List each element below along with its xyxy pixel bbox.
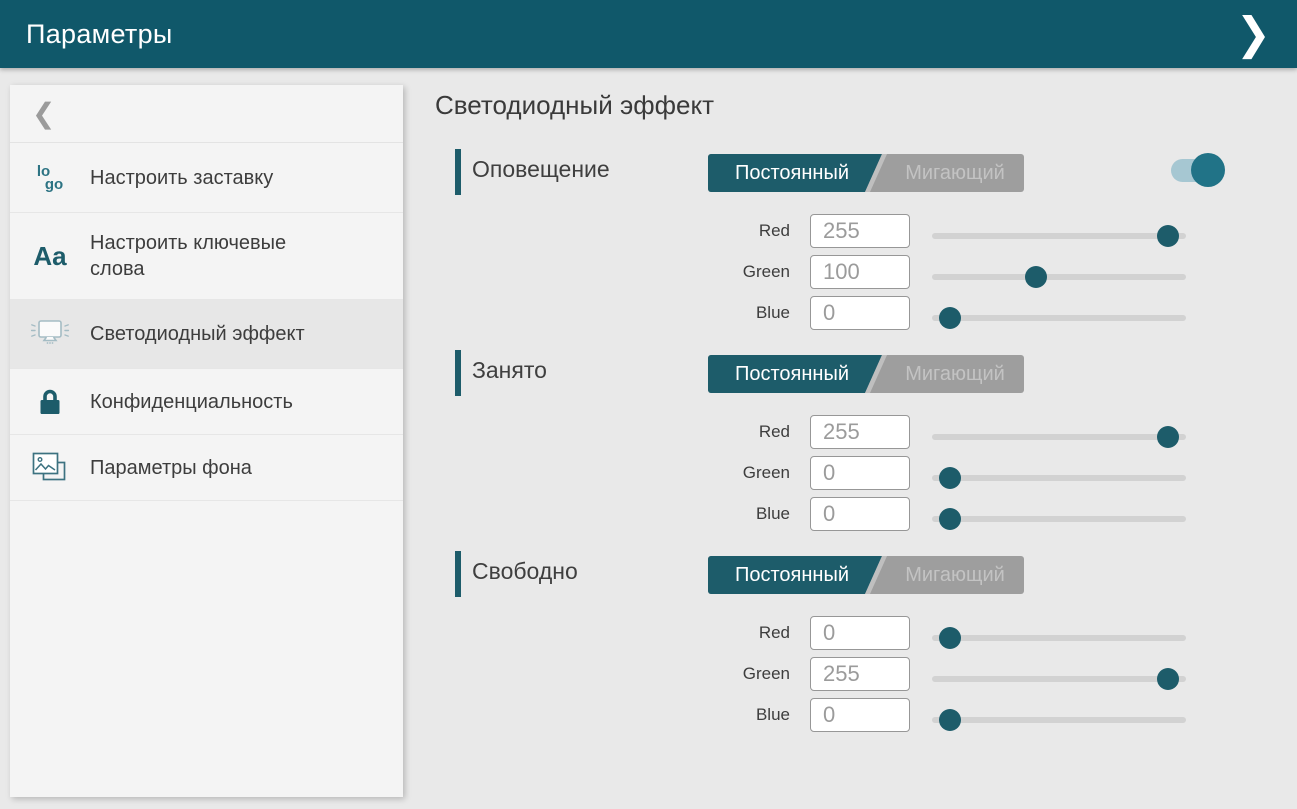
sidebar-collapse-button[interactable]: ❮: [10, 85, 403, 143]
logo-icon: logo: [10, 165, 90, 191]
slider-track[interactable]: [932, 475, 1186, 481]
mode-option-blinking[interactable]: Мигающий: [886, 556, 1024, 594]
sidebar-item-label: Светодиодный эффект: [90, 321, 319, 347]
page-title: Параметры: [26, 19, 173, 50]
green-slider-row: Green: [435, 456, 1297, 490]
settings-sidebar: ❮ logo Настроить заставку Aa Настроить к…: [10, 85, 403, 797]
slider-track[interactable]: [932, 315, 1186, 321]
section-free: Свободно Постоянный Мигающий Red Green: [435, 550, 1297, 732]
slider-track[interactable]: [932, 516, 1186, 522]
blue-label: Blue: [435, 504, 790, 524]
mode-option-solid[interactable]: Постоянный: [708, 355, 876, 393]
green-label: Green: [435, 262, 790, 282]
sidebar-item-background[interactable]: Параметры фона: [10, 435, 403, 501]
mode-option-blinking[interactable]: Мигающий: [886, 154, 1024, 192]
green-value-input[interactable]: [810, 657, 910, 691]
green-label: Green: [435, 463, 790, 483]
red-value-input[interactable]: [810, 415, 910, 449]
section-accent-bar: [455, 149, 461, 195]
sidebar-item-label: Конфиденциальность: [90, 389, 307, 415]
blue-slider-row: Blue: [435, 698, 1297, 732]
blue-label: Blue: [435, 705, 790, 725]
images-icon: [10, 450, 90, 486]
red-slider-row: Red: [435, 214, 1297, 248]
mode-option-solid[interactable]: Постоянный: [708, 556, 876, 594]
mode-segmented-control: Постоянный Мигающий: [708, 355, 1024, 393]
red-label: Red: [435, 623, 790, 643]
section-name: Занято: [472, 357, 547, 384]
panel-title: Светодиодный эффект: [435, 90, 1297, 121]
blue-slider[interactable]: [932, 497, 1186, 531]
slider-track[interactable]: [932, 676, 1186, 682]
slider-thumb[interactable]: [939, 627, 961, 649]
forward-chevron-icon[interactable]: ❯: [1228, 8, 1279, 61]
blue-label: Blue: [435, 303, 790, 323]
sidebar-item-label: Настроить заставку: [90, 165, 287, 191]
slider-track[interactable]: [932, 274, 1186, 280]
red-value-input[interactable]: [810, 616, 910, 650]
mode-segmented-control: Постоянный Мигающий: [708, 154, 1024, 192]
section-notification: Оповещение Постоянный Мигающий Red: [435, 148, 1297, 330]
slider-track[interactable]: [932, 717, 1186, 723]
blue-value-input[interactable]: [810, 296, 910, 330]
red-slider[interactable]: [932, 214, 1186, 248]
red-value-input[interactable]: [810, 214, 910, 248]
slider-thumb[interactable]: [939, 467, 961, 489]
section-accent-bar: [455, 551, 461, 597]
slider-thumb[interactable]: [1025, 266, 1047, 288]
green-slider-row: Green: [435, 657, 1297, 691]
notification-led-toggle[interactable]: [1171, 158, 1227, 184]
slider-track[interactable]: [932, 635, 1186, 641]
sidebar-item-label: Параметры фона: [90, 455, 266, 481]
slider-thumb[interactable]: [939, 307, 961, 329]
slider-thumb[interactable]: [1157, 426, 1179, 448]
section-accent-bar: [455, 350, 461, 396]
lock-icon: [10, 387, 90, 417]
red-label: Red: [435, 422, 790, 442]
led-screen-icon: [10, 315, 90, 353]
font-icon: Aa: [10, 243, 90, 269]
slider-track[interactable]: [932, 434, 1186, 440]
mode-segmented-control: Постоянный Мигающий: [708, 556, 1024, 594]
red-slider[interactable]: [932, 415, 1186, 449]
toggle-knob: [1191, 153, 1225, 187]
section-name: Оповещение: [472, 156, 610, 183]
slider-track[interactable]: [932, 233, 1186, 239]
green-label: Green: [435, 664, 790, 684]
sidebar-item-keywords[interactable]: Aa Настроить ключевые слова: [10, 213, 403, 300]
green-slider[interactable]: [932, 255, 1186, 289]
green-value-input[interactable]: [810, 456, 910, 490]
slider-thumb[interactable]: [939, 508, 961, 530]
slider-thumb[interactable]: [1157, 668, 1179, 690]
back-chevron-icon: ❮: [32, 100, 55, 128]
blue-slider[interactable]: [932, 296, 1186, 330]
app-header: Параметры ❯: [0, 0, 1297, 68]
slider-thumb[interactable]: [1157, 225, 1179, 247]
blue-value-input[interactable]: [810, 497, 910, 531]
blue-slider-row: Blue: [435, 296, 1297, 330]
led-effect-panel: Светодиодный эффект Оповещение Постоянны…: [435, 90, 1297, 751]
blue-value-input[interactable]: [810, 698, 910, 732]
sidebar-item-privacy[interactable]: Конфиденциальность: [10, 369, 403, 435]
sidebar-item-led-effect[interactable]: Светодиодный эффект: [10, 300, 403, 369]
sidebar-item-splash-screen[interactable]: logo Настроить заставку: [10, 143, 403, 213]
slider-thumb[interactable]: [939, 709, 961, 731]
mode-option-solid[interactable]: Постоянный: [708, 154, 876, 192]
red-slider[interactable]: [932, 616, 1186, 650]
mode-option-blinking[interactable]: Мигающий: [886, 355, 1024, 393]
green-slider[interactable]: [932, 657, 1186, 691]
green-value-input[interactable]: [810, 255, 910, 289]
green-slider[interactable]: [932, 456, 1186, 490]
section-name: Свободно: [472, 558, 578, 585]
red-slider-row: Red: [435, 616, 1297, 650]
sidebar-item-label: Настроить ключевые слова: [90, 230, 356, 282]
red-slider-row: Red: [435, 415, 1297, 449]
blue-slider-row: Blue: [435, 497, 1297, 531]
blue-slider[interactable]: [932, 698, 1186, 732]
green-slider-row: Green: [435, 255, 1297, 289]
section-busy: Занято Постоянный Мигающий Red Green: [435, 349, 1297, 531]
red-label: Red: [435, 221, 790, 241]
